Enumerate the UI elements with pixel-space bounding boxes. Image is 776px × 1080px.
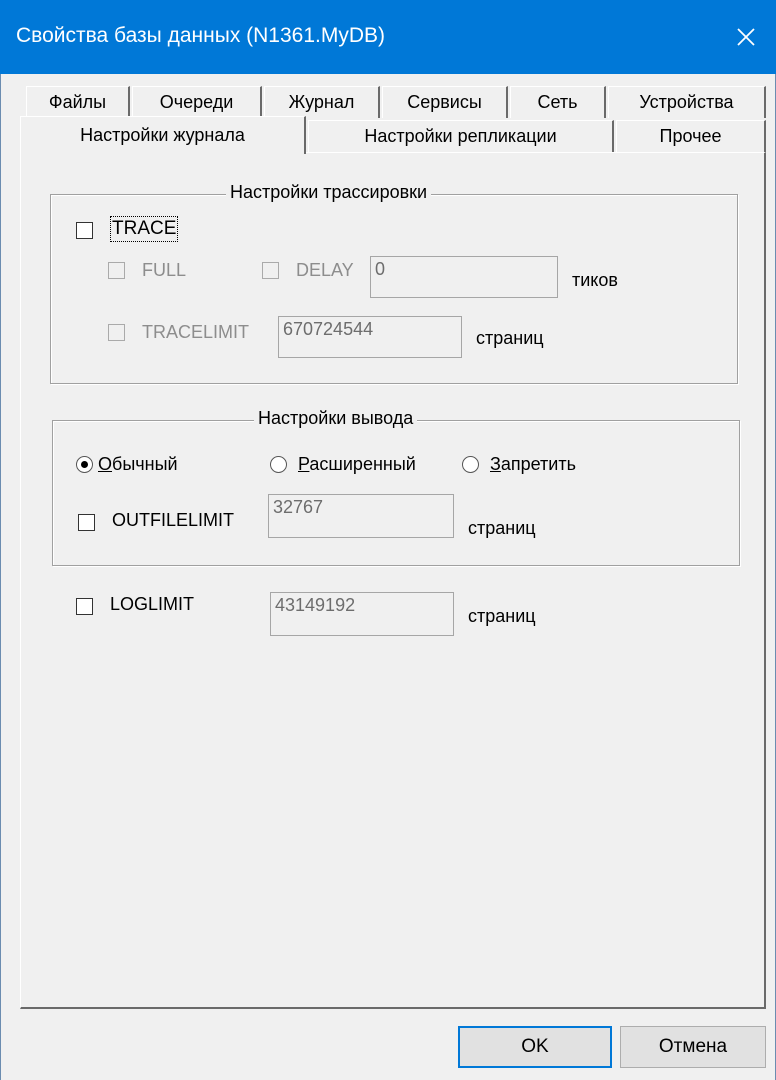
radio-normal-dot: [81, 461, 88, 468]
delay-checkbox[interactable]: [262, 262, 279, 279]
ok-button[interactable]: OK: [458, 1026, 612, 1068]
radio-normal[interactable]: [76, 456, 93, 473]
close-button[interactable]: [722, 14, 770, 60]
tab-queues[interactable]: Очереди: [132, 86, 262, 118]
outfilelimit-unit-label: страниц: [468, 518, 536, 538]
close-icon: [737, 28, 755, 46]
radio-extended[interactable]: [270, 456, 287, 473]
loglimit-checkbox[interactable]: [76, 598, 93, 615]
tab-other[interactable]: Прочее: [616, 120, 766, 152]
tab-services[interactable]: Сервисы: [382, 86, 508, 118]
output-settings-group: [52, 420, 740, 566]
delay-label: DELAY: [296, 260, 354, 280]
loglimit-label: LOGLIMIT: [110, 594, 195, 614]
radio-extended-mnemonic: Р: [298, 454, 310, 474]
title-bar: Свойства базы данных (N1361.MyDB): [0, 0, 776, 74]
tracelimit-label: TRACELIMIT: [142, 322, 250, 342]
radio-forbid[interactable]: [462, 456, 479, 473]
tab-replication-settings[interactable]: Настройки репликации: [308, 120, 614, 152]
full-label: FULL: [142, 260, 187, 280]
tracelimit-unit-label: страниц: [476, 328, 544, 348]
window-title: Свойства базы данных (N1361.MyDB): [16, 24, 386, 47]
trace-checkbox[interactable]: [76, 222, 93, 239]
radio-extended-label: Расширенный: [298, 454, 416, 475]
outfilelimit-field[interactable]: 32767: [268, 494, 454, 538]
full-checkbox[interactable]: [108, 262, 125, 279]
tracelimit-checkbox[interactable]: [108, 324, 125, 341]
cancel-button[interactable]: Отмена: [620, 1026, 766, 1068]
radio-forbid-mnemonic: З: [490, 454, 501, 474]
radio-normal-mnemonic: О: [98, 454, 113, 474]
trace-group-title: Настройки трассировки: [226, 182, 432, 203]
tracelimit-field[interactable]: 670724544: [278, 316, 462, 358]
radio-normal-text: бычный: [112, 454, 178, 474]
radio-forbid-label: Запретить: [490, 454, 576, 475]
loglimit-field[interactable]: 43149192: [270, 592, 454, 636]
outfilelimit-checkbox[interactable]: [78, 514, 95, 531]
tab-files[interactable]: Файлы: [26, 86, 130, 118]
tab-network[interactable]: Сеть: [510, 86, 606, 118]
window-border-left: [0, 74, 1, 1080]
trace-label: TRACE: [109, 216, 179, 242]
outfilelimit-label: OUTFILELIMIT: [112, 510, 235, 530]
output-group-title: Настройки вывода: [254, 408, 418, 429]
radio-extended-text: асширенный: [309, 454, 416, 474]
tab-devices[interactable]: Устройства: [608, 86, 766, 118]
loglimit-unit-label: страниц: [468, 606, 536, 626]
delay-unit-label: тиков: [572, 270, 618, 290]
tab-journal[interactable]: Журнал: [264, 86, 380, 118]
tab-journal-settings[interactable]: Настройки журнала: [20, 116, 306, 154]
delay-field[interactable]: 0: [370, 256, 558, 298]
radio-forbid-text: апретить: [500, 454, 576, 474]
radio-normal-label: Обычный: [98, 454, 178, 475]
